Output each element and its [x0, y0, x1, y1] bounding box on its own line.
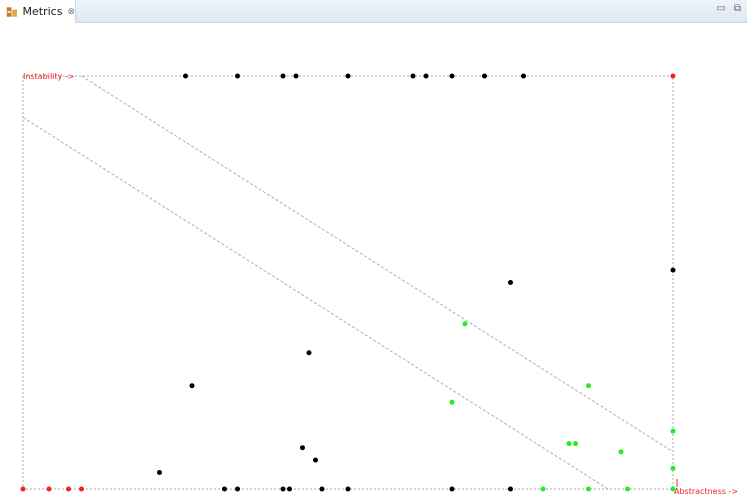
data-point-38[interactable] [508, 486, 513, 492]
data-point-30[interactable] [79, 486, 84, 492]
data-point-31[interactable] [222, 486, 227, 492]
data-point-23[interactable] [300, 445, 305, 451]
data-point-24[interactable] [313, 457, 318, 463]
data-point-13[interactable] [508, 280, 513, 285]
main-sequence-line-1 [22, 116, 609, 490]
data-point-35[interactable] [319, 486, 325, 492]
data-point-5[interactable] [345, 73, 351, 79]
data-point-9[interactable] [482, 73, 487, 79]
data-point-11[interactable] [670, 73, 676, 79]
data-point-12[interactable] [670, 267, 676, 273]
data-point-25[interactable] [670, 465, 676, 471]
data-point-6[interactable] [410, 73, 416, 79]
data-point-32[interactable] [235, 486, 240, 492]
data-point-17[interactable] [449, 399, 455, 405]
minimize-icon[interactable]: ▭ [716, 3, 725, 14]
x-axis-label: Abstractness -> [674, 487, 738, 496]
data-point-20[interactable] [566, 441, 572, 447]
data-point-22[interactable] [618, 449, 624, 455]
data-point-14[interactable] [462, 321, 468, 327]
data-point-39[interactable] [540, 486, 546, 492]
tab-title: Metrics [22, 5, 63, 18]
data-point-2[interactable] [235, 73, 240, 79]
data-point-15[interactable] [306, 350, 312, 356]
view-tab-bar: Metrics ⊗ ▭ ⧉ [0, 0, 747, 23]
data-point-29[interactable] [66, 486, 71, 492]
main-sequence-line-2 [81, 75, 674, 453]
data-point-1[interactable] [183, 73, 188, 79]
maximize-icon[interactable]: ⧉ [734, 3, 741, 14]
metrics-chart: Instability -> Abstractness -> [0, 23, 747, 498]
data-point-33[interactable] [280, 486, 286, 492]
tab-metrics[interactable]: Metrics ⊗ [0, 0, 76, 23]
close-tab-icon[interactable]: ⊗ [67, 7, 75, 17]
data-point-41[interactable] [625, 486, 630, 492]
data-point-40[interactable] [586, 486, 591, 492]
data-point-3[interactable] [280, 73, 286, 79]
data-point-28[interactable] [46, 486, 52, 492]
data-point-21[interactable] [573, 441, 578, 447]
data-point-34[interactable] [287, 486, 292, 492]
scatter-plot: Instability -> Abstractness -> [20, 72, 738, 496]
data-point-18[interactable] [586, 383, 591, 389]
data-point-26[interactable] [157, 469, 162, 475]
data-point-36[interactable] [345, 486, 351, 492]
data-point-7[interactable] [423, 73, 429, 79]
data-point-8[interactable] [449, 73, 455, 79]
data-point-37[interactable] [449, 486, 455, 492]
data-point-10[interactable] [521, 73, 526, 79]
data-point-4[interactable] [293, 73, 299, 79]
y-axis-label: Instability -> [23, 72, 74, 81]
data-point-19[interactable] [670, 428, 676, 434]
metrics-view-icon [6, 6, 17, 17]
data-point-16[interactable] [189, 383, 195, 389]
view-window-controls: ▭ ⧉ [716, 3, 741, 14]
data-point-27[interactable] [20, 486, 26, 492]
plot-frame [22, 75, 674, 490]
